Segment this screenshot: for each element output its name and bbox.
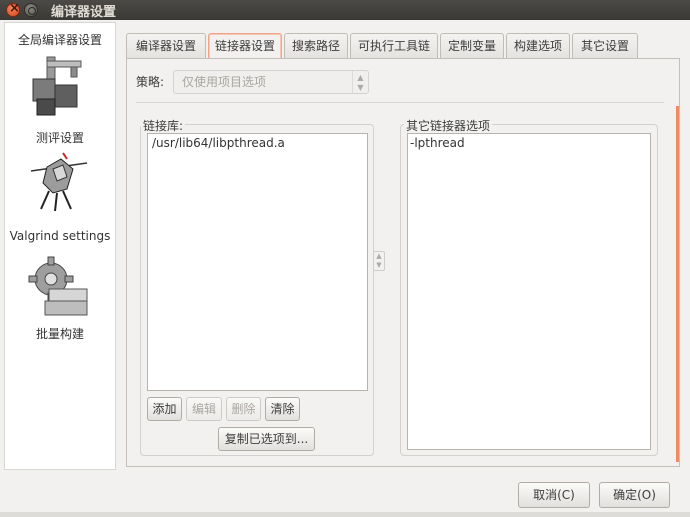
caliper-blocks-icon[interactable] <box>27 53 93 119</box>
policy-select-value: 仅使用项目选项 <box>182 75 267 89</box>
updown-arrows-icon: ▲ ▼ <box>352 71 368 93</box>
other-linker-options-textarea[interactable]: -lpthread <box>407 133 651 450</box>
delete-library-button[interactable]: 删除 <box>226 397 261 421</box>
sidebar-item-evaluation[interactable]: 测评设置 <box>5 129 115 146</box>
window-minimize-button[interactable] <box>24 3 38 17</box>
add-library-button[interactable]: 添加 <box>147 397 182 421</box>
tab-custom-variables[interactable]: 定制变量 <box>440 33 504 59</box>
list-item[interactable]: /usr/lib64/libpthread.a <box>152 136 285 150</box>
tab-other-settings[interactable]: 其它设置 <box>572 33 638 59</box>
ok-button[interactable]: 确定(O) <box>599 482 670 508</box>
link-libraries-list[interactable]: /usr/lib64/libpthread.a <box>147 133 368 391</box>
edit-library-button[interactable]: 编辑 <box>186 397 222 421</box>
copy-selected-to-button[interactable]: 复制已选项到... <box>218 427 315 451</box>
sidebar-item-valgrind[interactable]: Valgrind settings <box>5 229 115 243</box>
other-linker-options-label: 其它链接器选项 <box>404 117 493 134</box>
window-close-button[interactable] <box>6 1 20 17</box>
tab-toolchain[interactable]: 可执行工具链 <box>350 33 438 59</box>
title-bar: 编译器设置 <box>0 0 690 20</box>
sidebar-item-batch-build[interactable]: 批量构建 <box>5 325 115 342</box>
gear-blocks-icon[interactable] <box>27 255 93 321</box>
cancel-button[interactable]: 取消(C) <box>518 482 590 508</box>
sidebar-header-global-compiler[interactable]: 全局编译器设置 <box>5 31 115 48</box>
link-libraries-label: 链接库: <box>141 117 186 134</box>
separator <box>136 102 664 103</box>
tab-build-options[interactable]: 构建选项 <box>506 33 570 59</box>
window-bottom-edge <box>0 512 690 517</box>
tab-search-paths[interactable]: 搜索路径 <box>284 33 348 59</box>
settings-sidebar: 全局编译器设置 测评设置 Valgrind settings 批量构建 <box>4 22 116 470</box>
policy-label: 策略: <box>136 75 165 89</box>
window-title: 编译器设置 <box>51 5 117 20</box>
policy-select[interactable]: 仅使用项目选项 ▲ ▼ <box>173 70 369 94</box>
tab-compiler-settings[interactable]: 编译器设置 <box>126 33 206 59</box>
other-linker-options-text: -lpthread <box>410 136 465 150</box>
scrollbar[interactable] <box>676 106 679 462</box>
valgrind-knight-icon[interactable] <box>27 149 93 215</box>
clear-libraries-button[interactable]: 清除 <box>265 397 300 421</box>
tab-linker-settings[interactable]: 链接器设置 <box>208 33 282 59</box>
splitter-handle-icon[interactable]: ▲ ▼ <box>373 251 385 271</box>
